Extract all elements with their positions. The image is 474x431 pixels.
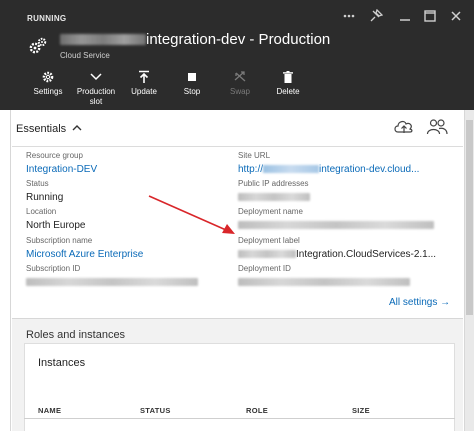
location-label: Location <box>26 207 57 216</box>
delete-button[interactable]: Delete <box>264 70 312 107</box>
site-url-link[interactable]: http:// integration-dev.cloud... <box>238 162 419 176</box>
deployment-id-prop: Deployment ID <box>238 264 410 289</box>
users-icon[interactable] <box>426 118 448 136</box>
deployment-id-label: Deployment ID <box>238 264 291 273</box>
site-url-prefix: http:// <box>238 163 264 175</box>
deployment-label-label: Deployment label <box>238 236 300 245</box>
page-subtitle: Cloud Service <box>60 51 110 60</box>
essentials-toggle[interactable]: Essentials <box>16 123 82 135</box>
deployment-name-prop: Deployment name <box>238 207 434 232</box>
location-value: North Europe <box>26 219 86 231</box>
blade-header: RUNNING integration-dev - Production Clo… <box>0 0 474 110</box>
upload-icon <box>139 70 149 83</box>
more-icon[interactable] <box>342 9 356 26</box>
table-header-divider <box>24 418 455 419</box>
arrow-right-icon: → <box>440 297 451 308</box>
swap-label: Swap <box>229 87 250 96</box>
page-title: integration-dev - Production <box>60 29 330 49</box>
trash-icon <box>283 71 293 83</box>
site-url-suffix: integration-dev.cloud... <box>319 163 420 175</box>
column-header-status[interactable]: STATUS <box>140 406 171 415</box>
divider <box>12 146 463 147</box>
public-ip-prop: Public IP addresses <box>238 179 310 204</box>
resource-group-prop: Resource group Integration-DEV <box>26 151 97 176</box>
public-ip-value <box>238 190 310 204</box>
chevron-up-icon <box>72 123 82 135</box>
title-text: integration-dev - Production <box>146 30 331 48</box>
subscription-id-prop: Subscription ID <box>26 264 198 289</box>
update-label: Update <box>131 87 157 96</box>
all-settings-link[interactable]: All settings → <box>389 297 450 308</box>
instances-title: Instances <box>38 357 86 369</box>
status-value: Running <box>26 191 64 203</box>
column-header-role[interactable]: ROLE <box>246 406 268 415</box>
stop-button[interactable]: Stop <box>168 70 216 107</box>
deployment-label-prop: Deployment label Integration.CloudServic… <box>238 236 436 261</box>
swap-icon <box>234 71 246 82</box>
swap-button[interactable]: Swap <box>216 70 264 107</box>
redacted-text <box>263 165 320 173</box>
deployment-name-value <box>238 218 434 232</box>
deployment-label-suffix: Integration.CloudServices-2.1... <box>296 248 437 260</box>
stop-label: Stop <box>183 87 201 96</box>
gear-icon <box>42 71 54 83</box>
production-slot-label-2: slot <box>89 97 103 106</box>
all-settings-label: All settings <box>389 297 438 308</box>
delete-label: Delete <box>276 87 300 96</box>
status-text: RUNNING <box>27 14 67 23</box>
status-label: Status <box>26 179 49 188</box>
column-header-size[interactable]: SIZE <box>352 406 370 415</box>
settings-button[interactable]: Settings <box>24 70 72 107</box>
settings-label: Settings <box>33 87 63 96</box>
cloud-service-icon <box>29 37 47 54</box>
production-slot-button[interactable]: Production slot <box>72 70 120 107</box>
location-prop: Location North Europe <box>26 207 85 232</box>
maximize-icon[interactable] <box>423 9 437 26</box>
essentials-title: Essentials <box>16 123 67 135</box>
redacted-text <box>238 250 296 258</box>
status-prop: Status Running <box>26 179 63 204</box>
roles-title: Roles and instances <box>26 329 126 341</box>
public-ip-label: Public IP addresses <box>238 179 309 188</box>
site-url-prop: Site URL http:// integration-dev.cloud..… <box>238 151 419 176</box>
resource-group-label: Resource group <box>26 151 83 160</box>
close-icon[interactable] <box>449 9 463 26</box>
deployment-name-label: Deployment name <box>238 207 303 216</box>
redacted-text <box>60 33 146 45</box>
deployment-label-value: Integration.CloudServices-2.1... <box>238 247 436 261</box>
site-url-label: Site URL <box>238 151 271 160</box>
chevron-down-icon <box>90 73 102 81</box>
scrollbar-thumb[interactable] <box>466 120 473 315</box>
resource-group-link[interactable]: Integration-DEV <box>26 162 97 176</box>
subscription-name-link[interactable]: Microsoft Azure Enterprise <box>26 247 143 261</box>
column-header-name[interactable]: NAME <box>38 406 61 415</box>
deployment-id-value <box>238 275 410 289</box>
cloud-upload-icon[interactable] <box>393 118 415 136</box>
subscription-id-value <box>26 275 198 289</box>
minimize-icon[interactable] <box>398 9 412 26</box>
stop-icon <box>188 73 196 81</box>
command-bar: Settings Production slot Update Stop Swa… <box>24 70 312 107</box>
subscription-id-label: Subscription ID <box>26 264 81 273</box>
production-slot-label-1: Production <box>76 87 116 96</box>
pin-icon[interactable] <box>369 8 384 26</box>
update-button[interactable]: Update <box>120 70 168 107</box>
subscription-name-prop: Subscription name Microsoft Azure Enterp… <box>26 236 143 261</box>
subscription-name-label: Subscription name <box>26 236 93 245</box>
